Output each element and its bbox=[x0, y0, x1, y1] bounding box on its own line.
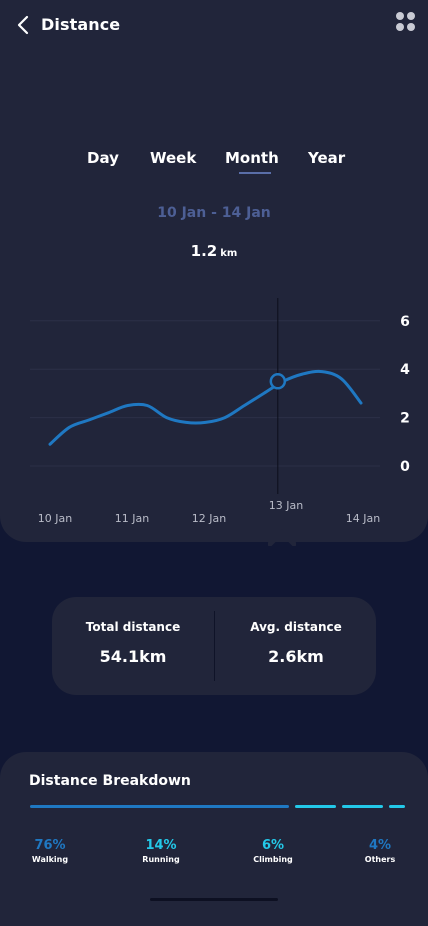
total-distance-label: Total distance bbox=[85, 620, 181, 634]
walking-percent: 76% bbox=[34, 838, 66, 853]
others-percent: 4% bbox=[368, 838, 392, 853]
distance-line-chart[interactable]: 0 2 4 6 10 Jan 11 Jan 12 Jan 13 Jan 14 Jan bbox=[0, 290, 428, 530]
x-tick-label: 13 Jan bbox=[269, 499, 303, 512]
back-button[interactable] bbox=[12, 12, 34, 38]
grid-dots-icon[interactable] bbox=[396, 12, 418, 34]
distance-series-line bbox=[48, 369, 363, 446]
selected-point-marker bbox=[269, 373, 287, 390]
y-tick-label: 6 bbox=[400, 314, 410, 330]
running-label: Running bbox=[142, 855, 180, 864]
avg-distance-value: 2.6km bbox=[268, 647, 324, 666]
walking-label: Walking bbox=[31, 855, 69, 864]
chart-panel: Distance Day Week Month Year 10 Jan - 14… bbox=[0, 0, 428, 542]
climbing-label: Climbing bbox=[253, 855, 293, 864]
y-tick-label: 4 bbox=[400, 362, 410, 378]
running-percent: 14% bbox=[145, 838, 177, 853]
page-title: Distance bbox=[41, 15, 121, 34]
breakdown-panel: Distance Breakdown 76% Walking 14% Runni… bbox=[0, 752, 428, 926]
selected-readout: 1.2 km bbox=[0, 242, 428, 260]
readout-value: 1.2 bbox=[190, 242, 218, 260]
climbing-bar-segment bbox=[342, 805, 383, 808]
climbing-percent: 6% bbox=[261, 838, 285, 853]
readout-unit: km bbox=[220, 248, 238, 259]
stats-card: Total distance 54.1km Avg. distance 2.6k… bbox=[52, 597, 376, 695]
x-tick-label: 14 Jan bbox=[346, 512, 380, 525]
date-range: 10 Jan - 14 Jan bbox=[157, 205, 271, 221]
avg-distance-label: Avg. distance bbox=[250, 620, 342, 634]
tab-year[interactable]: Year bbox=[308, 149, 345, 167]
others-label: Others bbox=[364, 855, 396, 864]
y-tick-label: 2 bbox=[400, 411, 410, 427]
tab-month[interactable]: Month bbox=[225, 149, 279, 167]
breakdown-title: Distance Breakdown bbox=[29, 773, 191, 789]
selection-pointer bbox=[268, 529, 296, 546]
total-distance-value: 54.1km bbox=[99, 647, 167, 666]
running-bar-segment bbox=[295, 805, 336, 808]
walking-bar-segment bbox=[30, 805, 289, 808]
active-tab-indicator bbox=[239, 172, 271, 174]
y-tick-label: 0 bbox=[400, 459, 410, 475]
tab-day[interactable]: Day bbox=[87, 149, 119, 167]
chevron-left-icon bbox=[17, 15, 29, 35]
home-indicator bbox=[150, 898, 278, 901]
tab-week[interactable]: Week bbox=[150, 149, 196, 167]
x-tick-label: 12 Jan bbox=[192, 512, 226, 525]
x-tick-label: 11 Jan bbox=[115, 512, 149, 525]
others-bar-segment bbox=[389, 805, 405, 808]
x-tick-label: 10 Jan bbox=[38, 512, 72, 525]
